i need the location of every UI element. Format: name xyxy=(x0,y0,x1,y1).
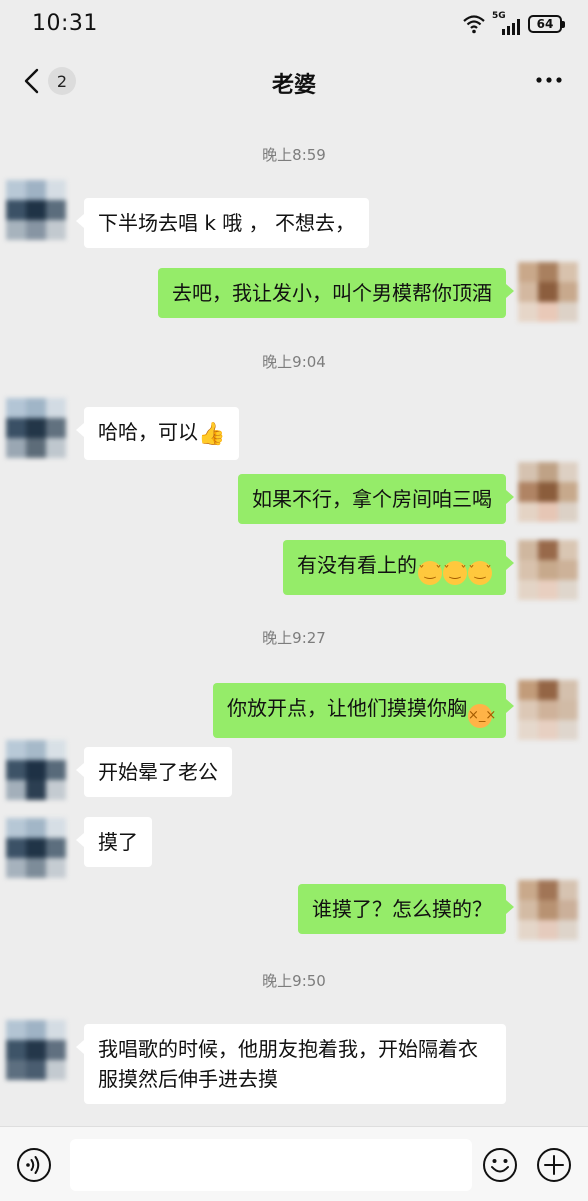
message-input[interactable] xyxy=(70,1139,472,1191)
message-bubble-outgoing[interactable]: 你放开点，让他们摸摸你胸×_× xyxy=(213,683,514,738)
message-bubble-incoming[interactable]: 开始晕了老公 xyxy=(76,747,232,797)
contact-avatar[interactable] xyxy=(6,818,66,878)
status-icons: 5G 64 xyxy=(462,11,565,35)
timestamp: 晚上8:59 xyxy=(262,146,326,164)
timestamp: 晚上9:50 xyxy=(262,972,326,990)
message-bubble-incoming[interactable]: 下半场去唱 k 哦 ， 不想去， xyxy=(75,198,370,248)
contact-avatar[interactable] xyxy=(6,180,66,240)
my-avatar[interactable] xyxy=(518,262,578,322)
wifi-icon xyxy=(463,15,485,34)
my-avatar[interactable] xyxy=(518,880,578,940)
smirk-emoji-icon: ˇ‿ˇ xyxy=(468,561,492,585)
battery-icon: 64 xyxy=(528,15,565,33)
message-text: 摸了 xyxy=(98,830,138,854)
message-text: 我唱歌的时候，他朋友抱着我，开始隔着衣服摸然后伸手进去摸 xyxy=(98,1037,478,1091)
emoji-picker-icon[interactable] xyxy=(482,1147,518,1183)
message-bubble-incoming[interactable]: 哈哈，可以👍 xyxy=(75,407,240,460)
message-bubble-incoming[interactable]: 摸了 xyxy=(76,817,152,867)
chat-title: 老婆 xyxy=(271,73,316,98)
message-text: 有没有看上的 xyxy=(297,553,417,577)
my-avatar[interactable] xyxy=(518,540,578,600)
chat-input-bar xyxy=(0,1126,588,1201)
battery-level: 64 xyxy=(536,17,554,31)
contact-avatar[interactable] xyxy=(6,398,66,458)
message-bubble-incoming[interactable]: 我唱歌的时候，他朋友抱着我，开始隔着衣服摸然后伸手进去摸 xyxy=(76,1024,506,1104)
message-text: 下半场去唱 k 哦 ， 不想去， xyxy=(98,211,356,235)
message-text: 如果不行，拿个房间咱三喝 xyxy=(252,487,492,511)
status-bar: 10:31 5G 64 xyxy=(0,0,588,50)
contact-avatar[interactable] xyxy=(6,740,66,800)
message-bubble-outgoing[interactable]: 有没有看上的ˇ‿ˇ ˇ‿ˇ ˇ‿ˇ xyxy=(283,540,514,595)
message-text: 谁摸了？怎么摸的？ xyxy=(312,897,492,921)
message-bubble-outgoing[interactable]: 谁摸了？怎么摸的？ xyxy=(298,884,514,934)
dizzy-face-emoji-icon: ×_× xyxy=(468,704,496,728)
more-options-icon[interactable] xyxy=(534,70,564,90)
message-bubble-outgoing[interactable]: 去吧，我让发小，叫个男模帮你顶酒 xyxy=(158,268,514,318)
chat-header: 2 老婆 xyxy=(0,50,588,112)
message-text: 去吧，我让发小，叫个男模帮你顶酒 xyxy=(172,281,492,305)
message-text: 开始晕了老公 xyxy=(98,760,218,784)
message-bubble-outgoing[interactable]: 如果不行，拿个房间咱三喝 xyxy=(238,474,514,524)
message-text: 哈哈，可以 xyxy=(98,420,198,444)
thumbs-up-emoji-icon: 👍 xyxy=(198,422,226,447)
my-avatar[interactable] xyxy=(518,680,578,740)
smirk-emoji-icon: ˇ‿ˇ xyxy=(418,561,442,585)
my-avatar[interactable] xyxy=(518,462,578,522)
timestamp: 晚上9:04 xyxy=(262,353,326,371)
more-functions-plus-icon[interactable] xyxy=(536,1147,572,1183)
cellular-signal-icon: 5G xyxy=(492,11,522,35)
message-text: 你放开点，让他们摸摸你胸 xyxy=(227,696,467,720)
voice-input-icon[interactable] xyxy=(16,1147,52,1183)
timestamp: 晚上9:27 xyxy=(262,629,326,647)
smirk-emoji-icon: ˇ‿ˇ xyxy=(443,561,467,585)
contact-avatar[interactable] xyxy=(6,1020,66,1080)
status-time: 10:31 xyxy=(32,11,98,36)
